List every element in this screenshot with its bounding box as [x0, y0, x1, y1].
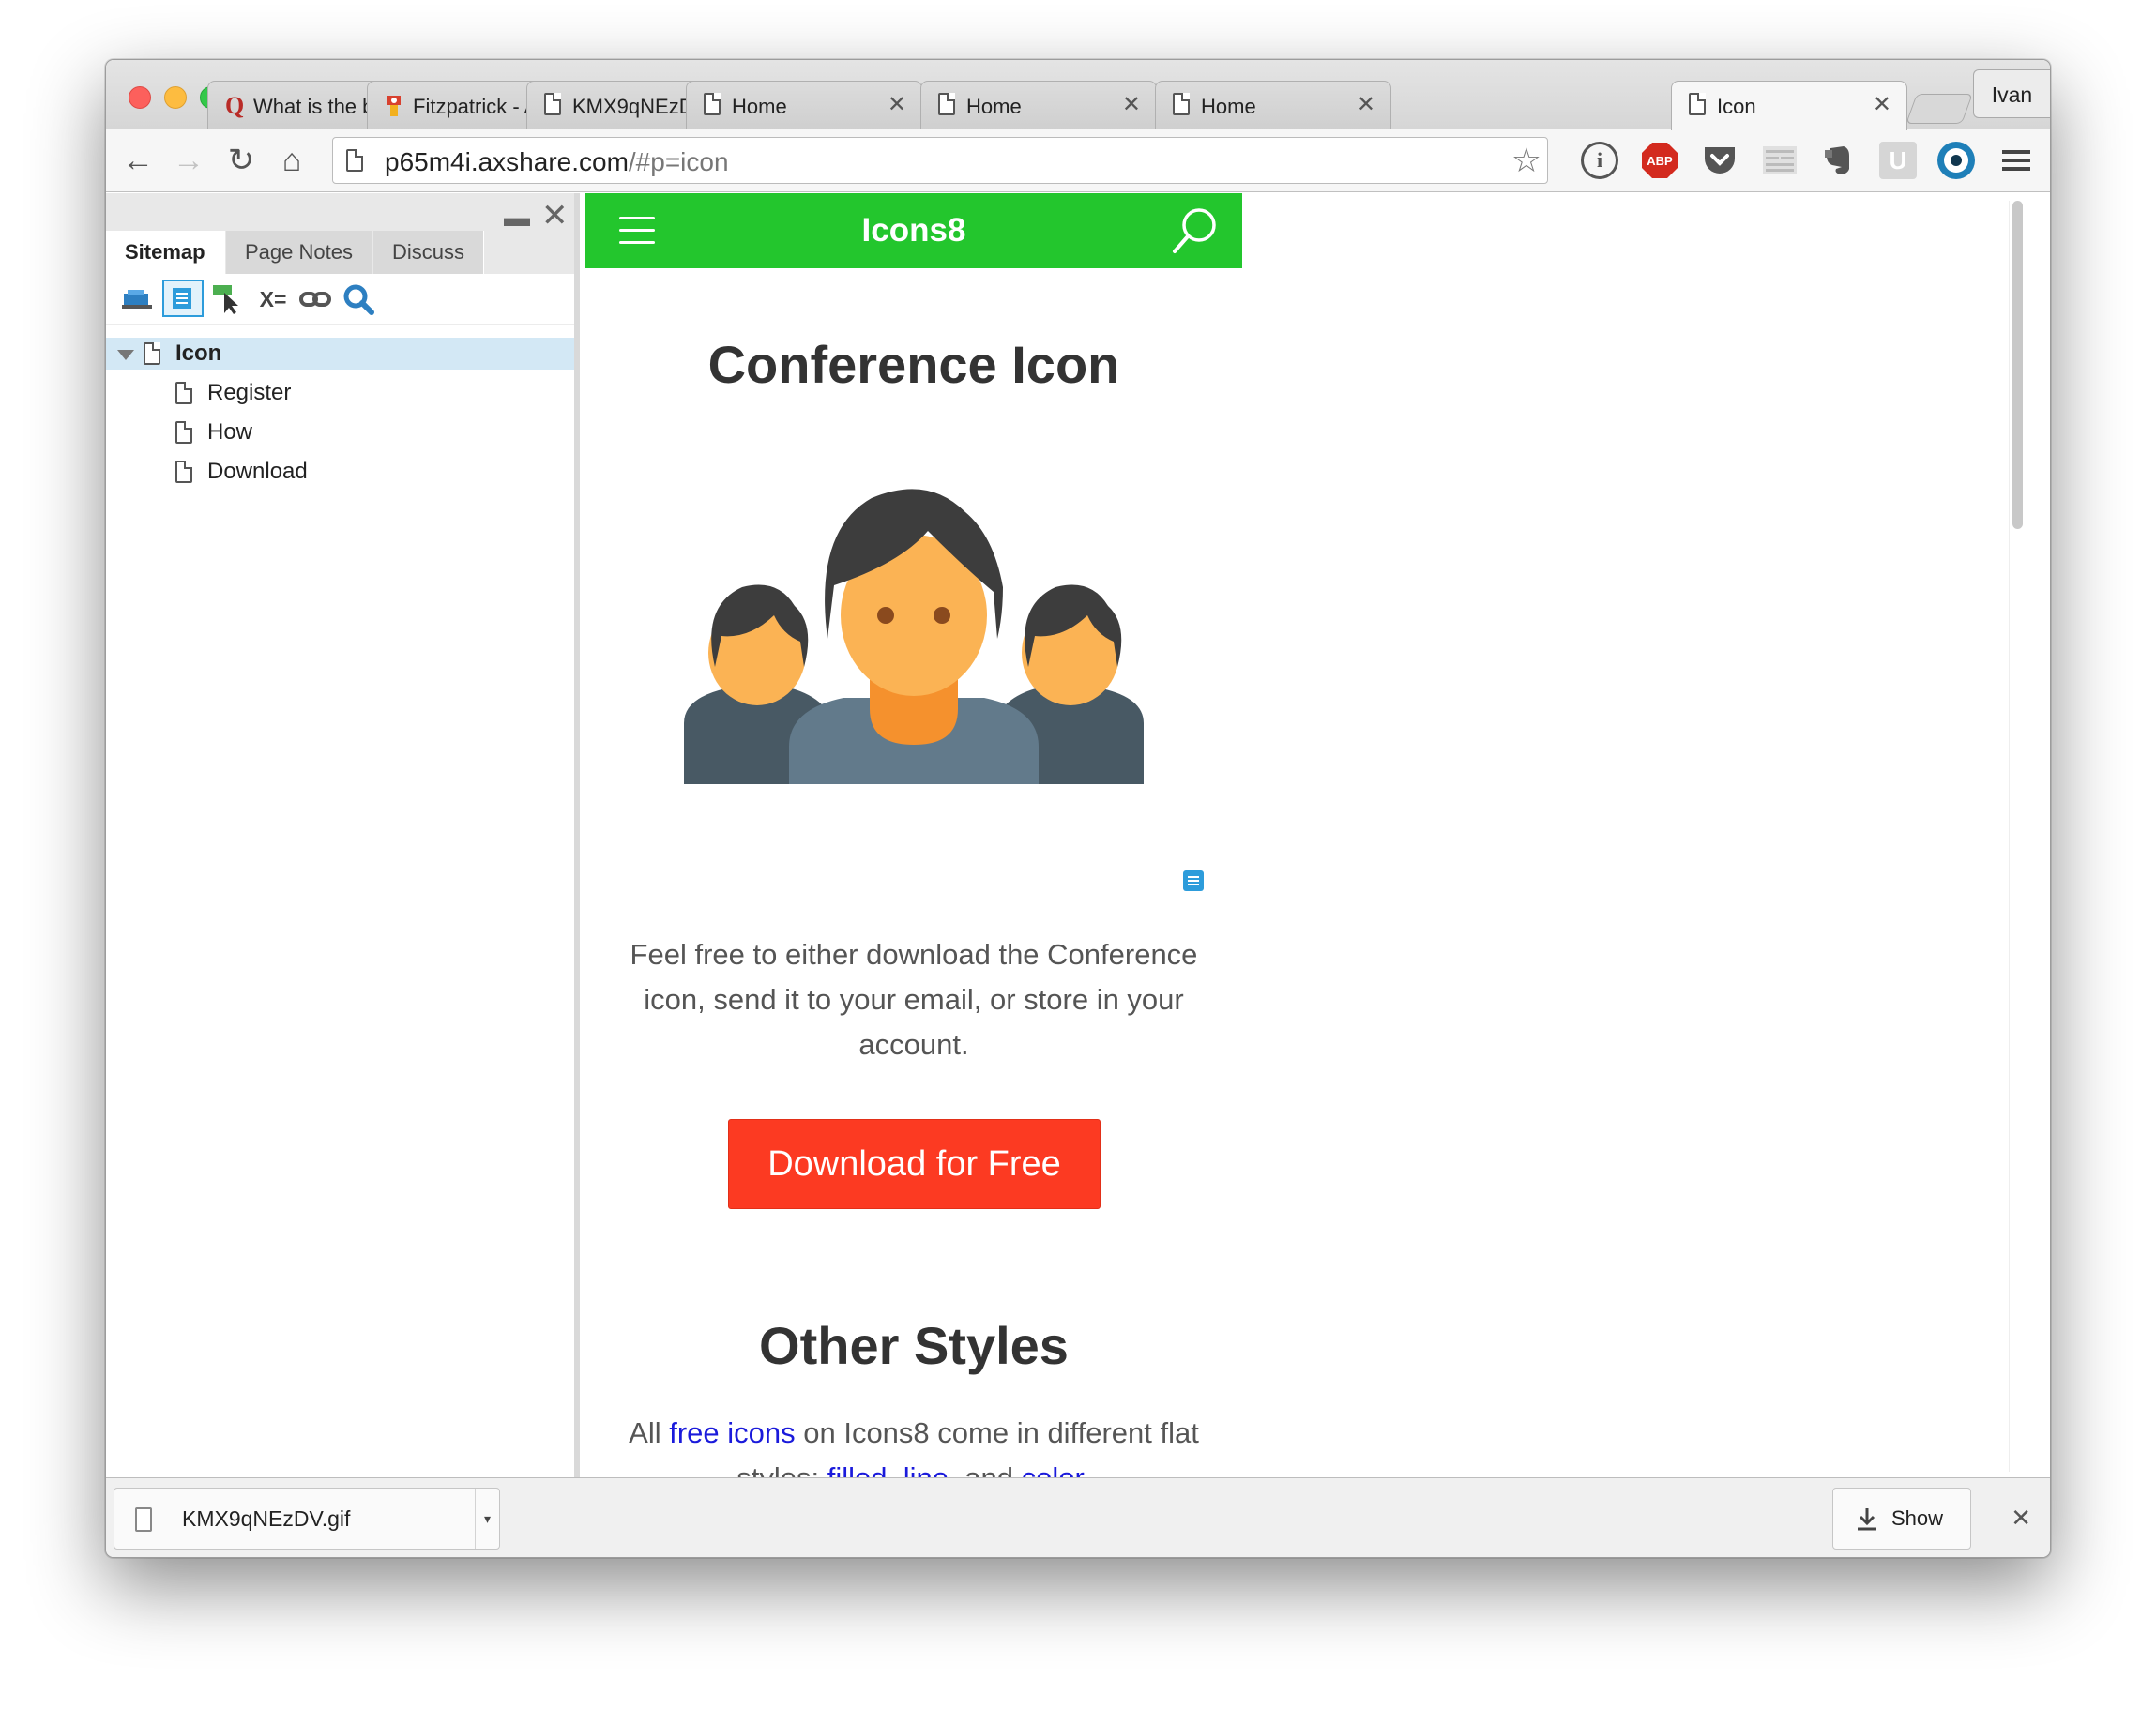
- brand-title: Icons8: [861, 212, 966, 249]
- browser-tab[interactable]: Home ✕: [686, 81, 922, 129]
- forward-button[interactable]: →: [170, 142, 207, 179]
- bookmark-star-icon[interactable]: ☆: [1511, 142, 1541, 179]
- close-shelf-icon[interactable]: ✕: [2011, 1499, 2031, 1536]
- tab-discuss[interactable]: Discuss: [373, 231, 485, 274]
- browser-tab[interactable]: Home ✕: [920, 81, 1157, 129]
- app-header: Icons8: [585, 193, 1242, 268]
- browser-tab-active[interactable]: Icon ✕: [1671, 81, 1907, 130]
- search-icon[interactable]: [1169, 204, 1222, 257]
- quora-icon: Q: [225, 92, 245, 119]
- page-icon: [144, 342, 160, 365]
- download-file-name: KMX9qNEzDV.gif: [182, 1506, 351, 1531]
- svg-text:ABP: ABP: [1647, 154, 1673, 168]
- download-menu-arrow[interactable]: ▾: [475, 1489, 499, 1549]
- tree-item-how[interactable]: How: [106, 416, 574, 448]
- page-icon: [1689, 93, 1706, 115]
- color-link[interactable]: color: [1022, 1461, 1083, 1477]
- home-button[interactable]: ⌂: [273, 142, 311, 179]
- page-notes-toggle-icon[interactable]: [162, 280, 204, 317]
- minimize-panel-button[interactable]: ▬: [504, 199, 530, 236]
- ublock-icon[interactable]: U: [1879, 142, 1917, 179]
- close-tab-icon[interactable]: ✕: [1357, 92, 1375, 117]
- close-tab-icon[interactable]: ✕: [888, 92, 906, 117]
- camera-icon[interactable]: [1937, 142, 1975, 179]
- page-info-icon: [346, 149, 363, 172]
- download-item[interactable]: KMX9qNEzDV.gif ▾: [114, 1488, 500, 1550]
- page-icon: [175, 382, 192, 404]
- browser-window: Q What is the best ✕ Fitzpatrick - Apart…: [105, 59, 2051, 1558]
- show-all-button[interactable]: Show All: [1832, 1488, 1971, 1550]
- styles-paragraph: All free icons on Icons8 come in differe…: [614, 1411, 1214, 1477]
- close-panel-button[interactable]: ✕: [541, 197, 569, 234]
- page-icon: [704, 93, 721, 115]
- prototype-page: Icons8 Conference Icon Feel free to eith…: [585, 193, 2035, 1477]
- download-shelf: KMX9qNEzDV.gif ▾ Show All ✕: [106, 1477, 2050, 1557]
- browser-tab[interactable]: Home ✕: [1155, 81, 1391, 129]
- page-icon: [544, 93, 561, 115]
- page-icon: [938, 93, 955, 115]
- tab-page-notes[interactable]: Page Notes: [226, 231, 372, 274]
- filled-link[interactable]: filled: [827, 1461, 888, 1477]
- generate-icon[interactable]: [121, 283, 153, 315]
- close-tab-icon[interactable]: ✕: [1122, 92, 1141, 117]
- page-notes-icon[interactable]: [1183, 870, 1204, 891]
- browser-toolbar: ← → ↻ ⌂ p65m4i.axshare.com/#p=icon ☆ i A…: [106, 129, 2050, 192]
- close-tab-icon[interactable]: ✕: [1873, 92, 1891, 117]
- collapse-arrow-icon[interactable]: [117, 350, 134, 360]
- evernote-icon[interactable]: [1819, 142, 1857, 179]
- minimize-window-button[interactable]: [164, 86, 187, 109]
- interaction-icon[interactable]: [211, 283, 243, 315]
- download-icon: [1858, 1508, 1876, 1531]
- link-icon[interactable]: [299, 283, 331, 315]
- tab-strip: Q What is the best ✕ Fitzpatrick - Apart…: [106, 60, 2050, 130]
- reload-button[interactable]: ↻: [222, 142, 260, 179]
- download-for-free-button[interactable]: Download for Free: [728, 1119, 1101, 1209]
- page-icon: [1173, 93, 1190, 115]
- tab-sitemap[interactable]: Sitemap: [106, 231, 225, 274]
- tree-item-register[interactable]: Register: [106, 377, 574, 409]
- pocket-icon[interactable]: [1701, 142, 1738, 179]
- tree-item-icon[interactable]: Icon: [106, 338, 574, 370]
- back-button[interactable]: ←: [119, 142, 157, 179]
- profile-button[interactable]: Ivan: [1973, 69, 2050, 118]
- description-text: Feel free to either download the Confere…: [630, 938, 1198, 1061]
- sitemap-toolbar: X=: [106, 274, 574, 325]
- page-icon: [175, 421, 192, 444]
- fitzpatrick-favicon: [387, 96, 401, 116]
- browser-viewport: ▬ ✕ Sitemap Page Notes Discuss X= Icon R…: [106, 193, 2050, 1477]
- adblock-plus-icon[interactable]: ABP: [1641, 142, 1678, 179]
- scrollbar-thumb[interactable]: [2012, 201, 2023, 529]
- free-icons-link[interactable]: free icons: [669, 1416, 795, 1449]
- gif-file-icon: [135, 1507, 152, 1532]
- tree-item-download[interactable]: Download: [106, 456, 574, 488]
- close-window-button[interactable]: [129, 86, 151, 109]
- url-text: p65m4i.axshare.com/#p=icon: [385, 147, 729, 176]
- reader-icon[interactable]: [1761, 142, 1799, 179]
- menu-icon[interactable]: [1997, 142, 2035, 179]
- other-styles-heading: Other Styles: [759, 1316, 1069, 1375]
- sidebar-header: ▬ ✕ Sitemap Page Notes Discuss: [106, 193, 574, 274]
- conference-icon: [684, 489, 1144, 784]
- address-bar[interactable]: p65m4i.axshare.com/#p=icon ☆: [332, 137, 1548, 184]
- page-title: Conference Icon: [707, 335, 1120, 394]
- vertical-scrollbar[interactable]: [2009, 201, 2024, 1472]
- variables-icon[interactable]: X=: [254, 283, 292, 315]
- info-icon[interactable]: i: [1581, 142, 1618, 179]
- search-icon[interactable]: [342, 283, 374, 315]
- line-link[interactable]: line: [903, 1461, 949, 1477]
- page-icon: [175, 461, 192, 483]
- new-tab-button[interactable]: [1905, 94, 1973, 124]
- sitemap-panel: ▬ ✕ Sitemap Page Notes Discuss X= Icon R…: [106, 193, 580, 1477]
